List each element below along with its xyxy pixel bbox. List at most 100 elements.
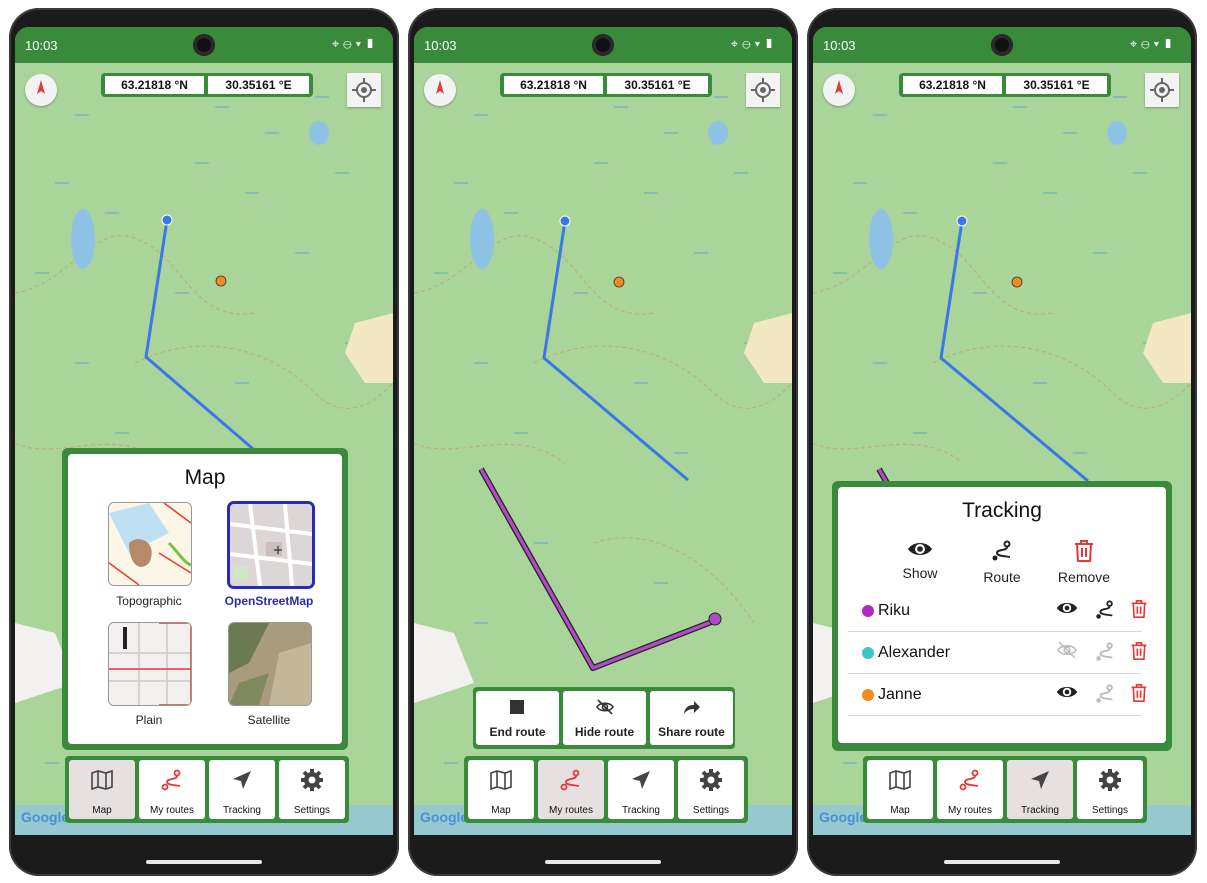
- route-icon[interactable]: [1094, 683, 1116, 705]
- bottom-navigation: Map My routes Tracking Settings: [863, 756, 1147, 823]
- camera-cutout: [592, 34, 614, 56]
- route-all-toggle[interactable]: Route: [962, 535, 1042, 585]
- compass-button[interactable]: [25, 74, 57, 106]
- show-all-toggle[interactable]: Show: [880, 535, 960, 581]
- coordinates-display: 63.21818 °N 30.35161 °E: [500, 73, 712, 97]
- hide-route-button[interactable]: Hide route: [563, 691, 646, 745]
- tracked-user-row: Janne: [848, 675, 1147, 716]
- compass-icon: [835, 80, 843, 94]
- status-bar: 10:03 ⌖⊖▾▮: [414, 27, 792, 63]
- screen: 10:03 ⌖⊖▾▮ 63.21818 °N 30.35161 °E End r…: [414, 27, 792, 835]
- trash-icon[interactable]: [1130, 599, 1148, 619]
- trash-icon[interactable]: [1130, 641, 1148, 661]
- my-location-button[interactable]: [1145, 73, 1179, 107]
- route-icon[interactable]: [1094, 641, 1116, 663]
- home-indicator[interactable]: [146, 860, 262, 864]
- camera-cutout: [991, 34, 1013, 56]
- gear-icon: [301, 769, 323, 791]
- satellite-preview: [229, 623, 311, 705]
- navigation-arrow-icon: [1031, 771, 1049, 789]
- compass-button[interactable]: [424, 74, 456, 106]
- longitude-value: 30.35161 °E: [1006, 76, 1107, 94]
- nav-map-label: Map: [92, 805, 112, 816]
- eye-icon: [908, 543, 932, 555]
- nav-my-routes[interactable]: My routes: [937, 760, 1003, 819]
- topographic-tile[interactable]: [108, 502, 192, 586]
- nav-map[interactable]: Map: [69, 760, 135, 819]
- panel-title: Tracking: [962, 499, 1042, 522]
- tracking-panel: Tracking Show Route Remove Riku Alexande…: [832, 481, 1172, 751]
- status-time: 10:03: [823, 38, 856, 53]
- nav-my-routes[interactable]: My routes: [538, 760, 604, 819]
- nav-my-routes-label: My routes: [948, 805, 992, 816]
- trash-icon: [1075, 540, 1093, 562]
- crosshair-icon: [751, 78, 775, 102]
- hide-route-label: Hide route: [574, 725, 635, 739]
- map-type-panel: Map Topographic OpenStreetMap Plain Sate…: [62, 448, 348, 750]
- compass-button[interactable]: [823, 74, 855, 106]
- nav-tracking[interactable]: Tracking: [608, 760, 674, 819]
- my-location-button[interactable]: [746, 73, 780, 107]
- eye-off-icon[interactable]: [1056, 641, 1078, 659]
- routes-icon: [161, 769, 181, 791]
- user-name: Riku: [878, 602, 911, 619]
- status-bar: 10:03 ⌖⊖▾▮: [813, 27, 1191, 63]
- longitude-value: 30.35161 °E: [607, 76, 708, 94]
- phone-tracking: 10:03 ⌖⊖▾▮ 63.21818 °N 30.35161 °E Track…: [807, 8, 1197, 876]
- share-icon: [684, 701, 700, 714]
- share-route-button[interactable]: Share route: [650, 691, 733, 745]
- latitude-value: 63.21818 °N: [903, 76, 1002, 94]
- nav-settings[interactable]: Settings: [1077, 760, 1143, 819]
- home-indicator[interactable]: [944, 860, 1060, 864]
- nav-settings[interactable]: Settings: [678, 760, 744, 819]
- openstreetmap-tile[interactable]: [228, 502, 314, 588]
- gear-icon: [700, 769, 722, 791]
- topographic-label: Topographic: [116, 594, 182, 608]
- satellite-tile[interactable]: [228, 622, 312, 706]
- nav-map-label: Map: [491, 805, 511, 816]
- nav-tracking[interactable]: Tracking: [209, 760, 275, 819]
- status-time: 10:03: [424, 38, 457, 53]
- nav-tracking-label: Tracking: [223, 805, 261, 816]
- phone-map-selector: 10:03 ⌖⊖▾▮ 63.21818 °N 30.35161 °E Map T…: [9, 8, 399, 876]
- nav-tracking[interactable]: Tracking: [1007, 760, 1073, 819]
- routes-icon: [560, 769, 580, 791]
- map-icon: [889, 769, 911, 791]
- nav-tracking-label: Tracking: [1021, 805, 1059, 816]
- panel-title: Map: [184, 466, 226, 489]
- navigation-arrow-icon: [632, 771, 650, 789]
- screen: 10:03 ⌖⊖▾▮ 63.21818 °N 30.35161 °E Track…: [813, 27, 1191, 835]
- map-icon: [490, 769, 512, 791]
- plain-label: Plain: [135, 713, 163, 727]
- compass-icon: [436, 80, 444, 94]
- tracked-user-row: Alexander: [848, 633, 1147, 674]
- user-color-dot: [862, 689, 874, 701]
- eye-icon[interactable]: [1056, 599, 1078, 617]
- eye-icon[interactable]: [1056, 683, 1078, 701]
- plain-tile[interactable]: [108, 622, 192, 706]
- end-route-button[interactable]: End route: [476, 691, 559, 745]
- latitude-value: 63.21818 °N: [105, 76, 204, 94]
- route-icon[interactable]: [1094, 599, 1116, 621]
- google-attribution: Google: [420, 809, 469, 825]
- route-label: Route: [983, 569, 1021, 585]
- nav-settings[interactable]: Settings: [279, 760, 345, 819]
- coordinates-display: 63.21818 °N 30.35161 °E: [899, 73, 1111, 97]
- home-indicator[interactable]: [545, 860, 661, 864]
- nav-my-routes[interactable]: My routes: [139, 760, 205, 819]
- openstreetmap-preview: [230, 504, 312, 586]
- satellite-label: Satellite: [247, 713, 291, 727]
- nav-map[interactable]: Map: [867, 760, 933, 819]
- route-action-bar: End route Hide route Share route: [473, 687, 735, 749]
- my-location-button[interactable]: [347, 73, 381, 107]
- gear-icon: [1099, 769, 1121, 791]
- nav-map[interactable]: Map: [468, 760, 534, 819]
- trash-icon[interactable]: [1130, 683, 1148, 703]
- navigation-arrow-icon: [233, 771, 251, 789]
- openstreetmap-label: OpenStreetMap: [224, 594, 314, 608]
- remove-all-button[interactable]: Remove: [1044, 535, 1124, 585]
- status-icons: ⌖⊖▾▮: [730, 36, 778, 51]
- latitude-value: 63.21818 °N: [504, 76, 603, 94]
- stop-icon: [510, 700, 524, 714]
- user-name: Janne: [878, 686, 922, 703]
